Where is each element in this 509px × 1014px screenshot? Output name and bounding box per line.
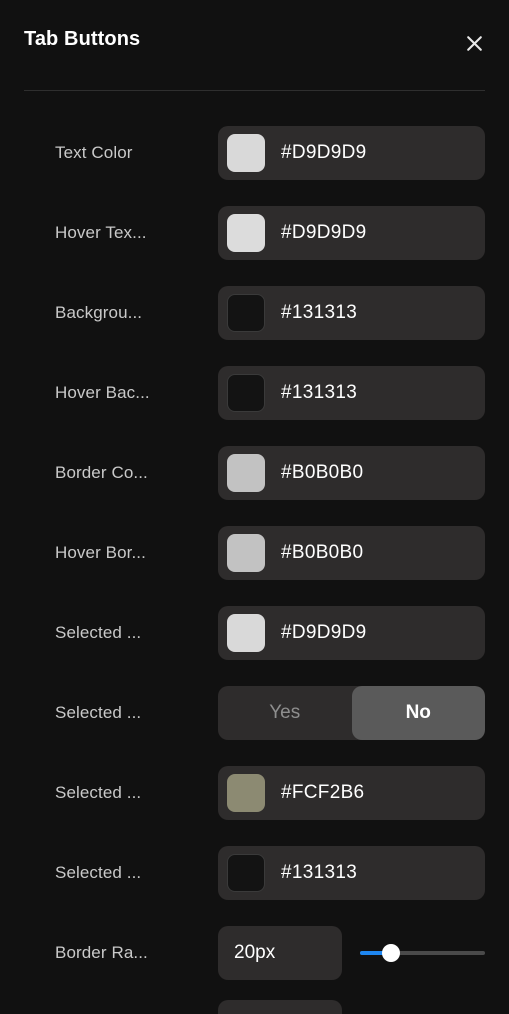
settings-row: Selected ... #131313 [0,833,509,913]
color-hex-value: #D9D9D9 [281,222,367,243]
settings-row: Hover Bac... #131313 [0,353,509,433]
tab-buttons-settings-panel: Tab Buttons Text Color #D9D9D9 Hover Tex..… [0,0,509,1014]
color-hex-value: #FCF2B6 [281,782,365,803]
setting-label: Selected ... [55,623,142,642]
setting-label: Hover Bac... [55,383,150,402]
color-swatch[interactable] [227,454,265,492]
settings-row: Hover Tex... #D9D9D9 [0,193,509,273]
color-field[interactable]: #B0B0B0 [218,446,485,500]
color-field[interactable]: #131313 [218,286,485,340]
setting-label: Selected ... [55,703,142,722]
yes-no-toggle: Yes No [218,686,485,740]
setting-label: Text Color [55,143,133,162]
color-field[interactable]: #D9D9D9 [218,126,485,180]
color-field[interactable]: #D9D9D9 [218,206,485,260]
color-hex-value: #D9D9D9 [281,142,367,163]
slider-thumb[interactable] [382,944,401,962]
setting-label: Selected ... [55,863,142,882]
settings-row: Text Color #D9D9D9 [0,113,509,193]
color-field[interactable]: #131313 [218,846,485,900]
color-hex-value: #131313 [281,302,358,323]
color-hex-value: #B0B0B0 [281,462,364,483]
color-field[interactable]: #131313 [218,366,485,420]
settings-row: Selected ... Yes No [0,673,509,753]
settings-row: Hover Bor... #B0B0B0 [0,513,509,593]
setting-label: Hover Bor... [55,543,146,562]
color-hex-value: #B0B0B0 [281,542,364,563]
border-radius-slider[interactable] [360,944,485,962]
page-title: Tab Buttons [24,28,141,50]
border-radius-value: 20px [234,942,276,963]
setting-label: Border Ra... [55,943,148,962]
panel-header: Tab Buttons [0,0,509,91]
setting-label: Border Co... [55,463,148,482]
color-hex-value: #131313 [281,862,358,883]
color-swatch[interactable] [227,774,265,812]
color-swatch[interactable] [227,214,265,252]
color-swatch[interactable] [227,374,265,412]
settings-row: Backgrou... #131313 [0,273,509,353]
settings-row: Selected ... #D9D9D9 [0,593,509,673]
settings-row: Border Ra... 20px [0,913,509,993]
settings-row: Border Co... #B0B0B0 [0,433,509,513]
close-icon[interactable] [457,26,491,60]
setting-label: Hover Tex... [55,223,147,242]
border-radius-input[interactable]: 20px [218,926,342,980]
color-field[interactable]: #FCF2B6 [218,766,485,820]
settings-row: Selected ... #FCF2B6 [0,753,509,833]
color-swatch[interactable] [227,134,265,172]
color-hex-value: #131313 [281,382,358,403]
partial-row-clipped[interactable] [218,1000,342,1014]
header-divider [24,90,485,91]
toggle-option-no[interactable]: No [351,686,485,740]
setting-label: Selected ... [55,783,142,802]
setting-label: Backgrou... [55,303,143,322]
color-field[interactable]: #B0B0B0 [218,526,485,580]
color-swatch[interactable] [227,614,265,652]
settings-rows: Text Color #D9D9D9 Hover Tex... #D9D9D9 Back… [0,113,509,993]
toggle-option-yes[interactable]: Yes [218,686,352,740]
color-swatch[interactable] [227,294,265,332]
color-field[interactable]: #D9D9D9 [218,606,485,660]
color-swatch[interactable] [227,854,265,892]
color-hex-value: #D9D9D9 [281,622,367,643]
color-swatch[interactable] [227,534,265,572]
